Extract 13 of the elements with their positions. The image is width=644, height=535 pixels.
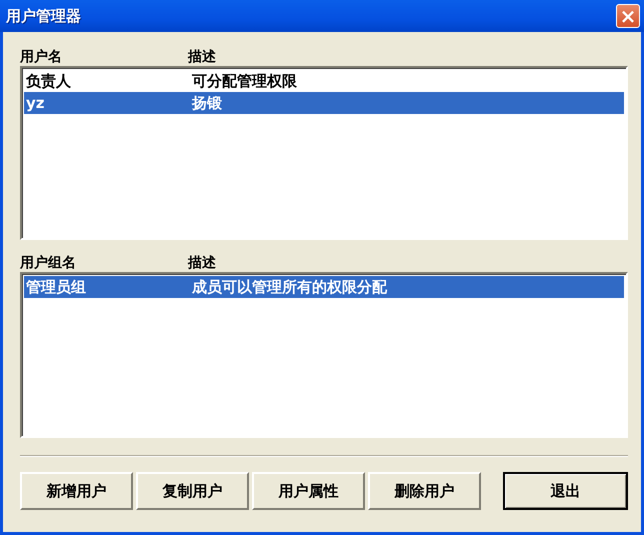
window-title: 用户管理器 [6,6,81,26]
action-button[interactable]: 用户属性 [252,472,365,510]
action-button[interactable]: 删除用户 [368,472,481,510]
column-header: 描述 [188,48,217,66]
list-row[interactable]: 负责人 可分配管理权限 [24,70,624,92]
column-header: 用户组名 [20,254,77,272]
action-button[interactable]: 复制用户 [136,472,249,510]
action-button[interactable]: 新增用户 [20,472,133,510]
action-button[interactable]: 退出 [503,472,628,510]
column-header: 用户名 [20,48,63,66]
column-header: 描述 [188,254,217,272]
list-row[interactable]: yz 扬锻 [24,92,624,114]
list-row[interactable]: 管理员组 成员可以管理所有的权限分配 [24,276,624,298]
